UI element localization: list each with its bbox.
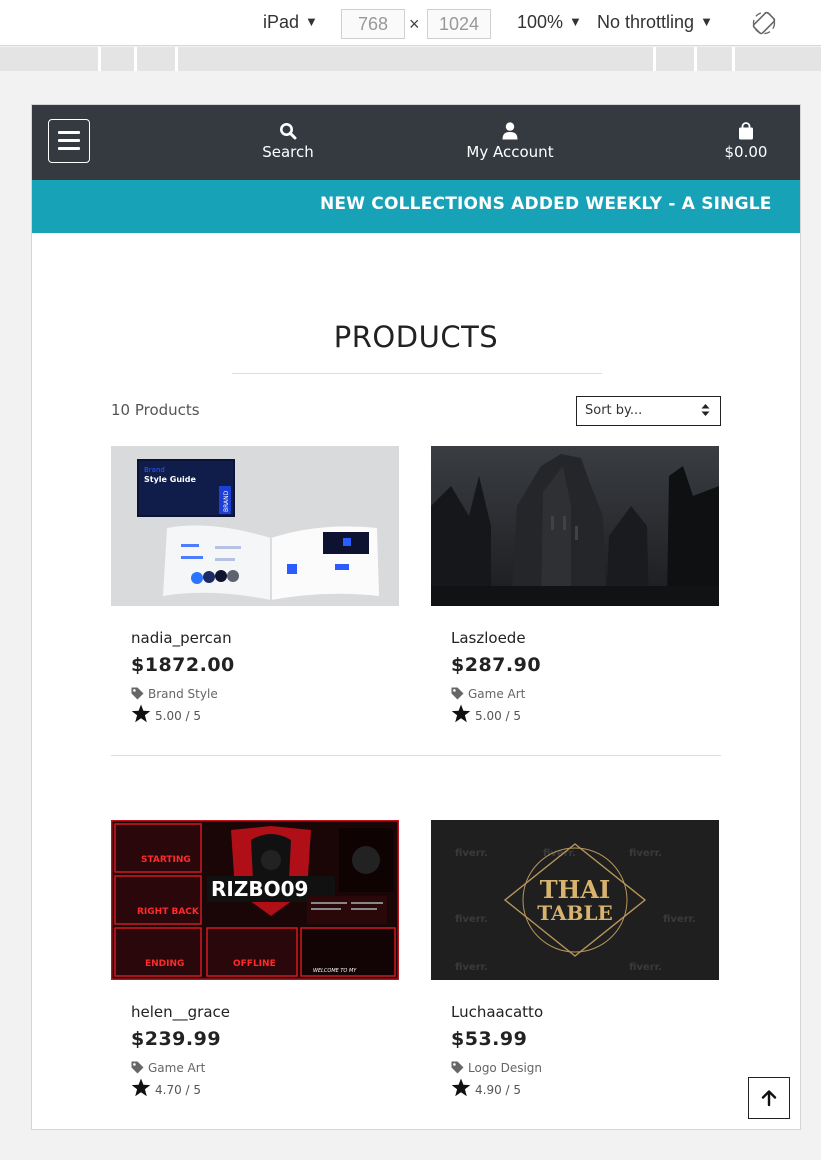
rating-value: 5.00 / 5 <box>475 709 522 723</box>
svg-text:fiverr.: fiverr. <box>629 962 662 973</box>
category-label: Brand Style <box>148 687 218 701</box>
svg-text:STARTING: STARTING <box>141 855 191 865</box>
seller-name[interactable]: helen__grace <box>131 1003 230 1021</box>
product-price: $1872.00 <box>131 654 235 676</box>
product-rating: 4.70 / 5 <box>131 1078 202 1097</box>
stream-overlay-image: STARTING RIGHT BACK ENDING OFFLINE WELCO… <box>111 820 399 980</box>
product-category[interactable]: Game Art <box>451 687 526 701</box>
menu-icon[interactable] <box>48 119 90 163</box>
announcement-banner: NEW COLLECTIONS ADDED WEEKLY - A SINGLE … <box>32 180 800 233</box>
page-title: PRODUCTS <box>333 320 499 354</box>
svg-text:Brand: Brand <box>144 466 165 474</box>
product-rating: 5.00 / 5 <box>131 704 202 723</box>
back-to-top-button[interactable] <box>748 1077 790 1119</box>
svg-text:fiverr.: fiverr. <box>629 848 662 859</box>
shopping-bag-icon <box>739 122 753 140</box>
product-rating: 4.90 / 5 <box>451 1078 522 1097</box>
media-query-ruler <box>0 47 821 71</box>
star-icon <box>451 704 471 723</box>
product-category[interactable]: Game Art <box>131 1061 206 1075</box>
rating-value: 5.00 / 5 <box>155 709 202 723</box>
height-input[interactable]: 1024 <box>427 9 491 39</box>
svg-text:RIZBO09: RIZBO09 <box>211 877 308 901</box>
dark-city-artwork-image <box>431 446 719 606</box>
svg-text:WELCOME TO MY: WELCOME TO MY <box>313 968 357 974</box>
dropdown-arrow-icon: ▼ <box>700 14 713 29</box>
sort-select[interactable]: Sort by... <box>576 396 721 426</box>
user-icon <box>502 122 518 140</box>
rating-value: 4.70 / 5 <box>155 1083 202 1097</box>
product-image-stream-overlay[interactable]: STARTING RIGHT BACK ENDING OFFLINE WELCO… <box>111 820 399 980</box>
category-label: Logo Design <box>468 1061 543 1075</box>
cart-total: $0.00 <box>724 143 768 161</box>
throttle-select[interactable]: No throttling ▼ <box>597 12 713 33</box>
seller-name[interactable]: Luchaacatto <box>451 1003 543 1021</box>
row-divider <box>111 755 721 756</box>
star-icon <box>451 1078 471 1097</box>
nav-cart[interactable]: $0.00 <box>716 121 776 161</box>
product-count: 10 Products <box>111 401 200 419</box>
devtools-toolbar: iPad ▼ 768 × 1024 100% ▼ No throttling ▼ <box>0 0 821 46</box>
svg-text:fiverr.: fiverr. <box>455 914 488 925</box>
product-price: $53.99 <box>451 1028 528 1050</box>
svg-text:Style Guide: Style Guide <box>144 475 196 484</box>
thai-table-logo-image: fiverr. fiverr. fiverr. fiverr. fiverr. … <box>431 820 719 980</box>
tag-icon <box>131 1061 144 1074</box>
nav-account[interactable]: My Account <box>460 121 560 161</box>
tag-icon <box>451 1061 464 1074</box>
search-icon <box>280 123 297 140</box>
svg-text:TABLE: TABLE <box>537 901 613 925</box>
svg-text:fiverr.: fiverr. <box>663 914 696 925</box>
dropdown-arrow-icon: ▼ <box>305 14 318 29</box>
throttle-label: No throttling <box>597 12 695 32</box>
svg-text:BRAND: BRAND <box>223 490 230 512</box>
product-image-brand-style[interactable]: Brand Style Guide BRAND <box>111 446 399 606</box>
svg-text:RIGHT BACK: RIGHT BACK <box>137 907 200 917</box>
product-rating: 5.00 / 5 <box>451 704 522 723</box>
account-label: My Account <box>466 143 554 161</box>
svg-text:fiverr.: fiverr. <box>543 848 576 859</box>
svg-text:THAI: THAI <box>540 875 610 904</box>
tag-icon <box>131 687 144 700</box>
device-label: iPad <box>263 12 300 32</box>
product-image-game-art-city[interactable] <box>431 446 719 606</box>
dimension-separator: × <box>409 14 420 34</box>
search-label: Search <box>262 143 314 161</box>
device-select[interactable]: iPad ▼ <box>263 12 318 33</box>
star-icon <box>131 704 151 723</box>
product-price: $239.99 <box>131 1028 222 1050</box>
seller-name[interactable]: Laszloede <box>451 629 526 647</box>
tag-icon <box>451 687 464 700</box>
rotate-icon[interactable] <box>752 11 776 35</box>
sort-arrows-icon <box>701 404 710 416</box>
category-label: Game Art <box>468 687 526 701</box>
sort-placeholder: Sort by... <box>585 403 643 418</box>
rating-value: 4.90 / 5 <box>475 1083 522 1097</box>
brand-style-mockup-image: Brand Style Guide BRAND <box>111 446 399 606</box>
product-category[interactable]: Logo Design <box>451 1061 543 1075</box>
width-input[interactable]: 768 <box>341 9 405 39</box>
title-divider <box>232 373 602 374</box>
device-viewport: Search My Account $0.00 NEW COLLECTIONS … <box>31 104 801 1130</box>
zoom-label: 100% <box>517 12 564 32</box>
seller-name[interactable]: nadia_percan <box>131 629 232 647</box>
category-label: Game Art <box>148 1061 206 1075</box>
svg-text:fiverr.: fiverr. <box>455 848 488 859</box>
product-image-logo-design[interactable]: fiverr. fiverr. fiverr. fiverr. fiverr. … <box>431 820 719 980</box>
arrow-up-icon <box>761 1090 777 1107</box>
svg-text:ENDING: ENDING <box>145 959 184 969</box>
dropdown-arrow-icon: ▼ <box>569 14 582 29</box>
product-category[interactable]: Brand Style <box>131 687 218 701</box>
star-icon <box>131 1078 151 1097</box>
nav-search[interactable]: Search <box>240 121 336 161</box>
top-navbar: Search My Account $0.00 <box>32 105 800 180</box>
product-price: $287.90 <box>451 654 542 676</box>
zoom-select[interactable]: 100% ▼ <box>517 12 582 33</box>
svg-text:OFFLINE: OFFLINE <box>233 959 276 969</box>
banner-text: NEW COLLECTIONS ADDED WEEKLY - A SINGLE … <box>320 194 800 214</box>
svg-text:fiverr.: fiverr. <box>455 962 488 973</box>
